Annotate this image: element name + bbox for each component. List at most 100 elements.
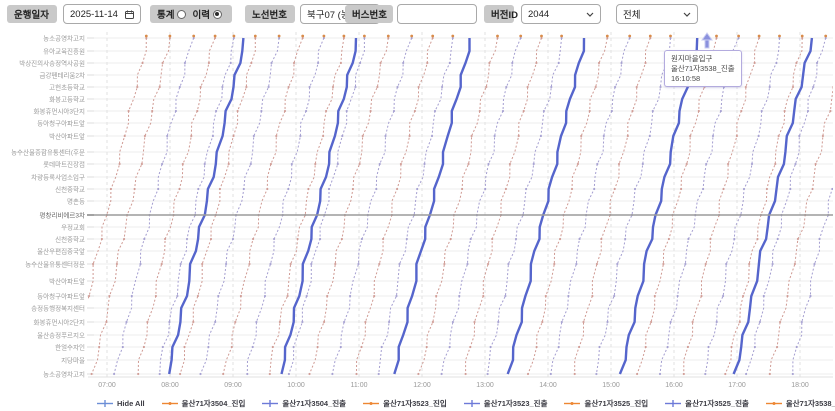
trip-end-marker [233, 35, 236, 38]
stop-marker [505, 188, 507, 190]
trip-line-entry-trips[interactable] [418, 38, 497, 374]
legend-item[interactable]: 울산71자3523_진입 [363, 398, 447, 409]
filter-select[interactable]: 전체 [616, 4, 698, 24]
trip-line-entry-trips[interactable] [310, 38, 389, 374]
time-tick-label: 15:00 [602, 382, 620, 389]
trip-line-entry-trips[interactable] [528, 38, 607, 374]
stop-marker [616, 263, 618, 265]
stop-marker [110, 188, 112, 190]
stop-marker [269, 263, 271, 265]
trip-line-entry-trips[interactable] [637, 38, 716, 374]
stop-marker [179, 373, 181, 375]
stop-marker [727, 163, 729, 165]
stat-radio-label: 통계 [157, 7, 174, 21]
stop-marker [687, 346, 689, 348]
trip-line-exit-trips[interactable] [114, 38, 194, 374]
stop-marker [812, 188, 814, 190]
trip-line-highlighted-trips[interactable] [620, 38, 697, 374]
trip-line-entry-trips[interactable] [357, 38, 433, 374]
trip-line-exit-trips[interactable] [551, 38, 630, 374]
stop-marker [431, 135, 433, 137]
trip-line-exit-trips[interactable] [379, 38, 453, 374]
stop-marker [159, 373, 161, 375]
trip-line-exit-trips[interactable] [442, 38, 521, 374]
legend-item[interactable]: 울산71자3525_진입 [564, 398, 648, 409]
trip-line-highlighted-trips[interactable] [169, 38, 243, 374]
stop-marker [469, 346, 471, 348]
trip-line-exit-trips[interactable] [793, 38, 835, 374]
trip-line-entry-trips[interactable] [770, 38, 835, 374]
stop-marker [786, 295, 788, 297]
trip-line-entry-trips[interactable] [270, 38, 344, 374]
stop-marker [754, 62, 756, 64]
trip-line-entry-trips[interactable] [223, 38, 303, 374]
stop-marker [131, 295, 133, 297]
version-select[interactable]: 2044 [521, 4, 601, 24]
stop-marker [137, 373, 139, 375]
legend-item[interactable]: 울산71자3525_진출 [665, 398, 749, 409]
history-radio[interactable] [213, 10, 222, 19]
stop-marker [341, 135, 343, 137]
stop-marker [559, 238, 561, 240]
trip-line-highlighted-trips[interactable] [508, 38, 584, 374]
legend-item[interactable]: 울산71자3538_진입 [766, 398, 835, 409]
stop-marker [550, 86, 552, 88]
stop-marker [458, 295, 460, 297]
stop-marker [595, 373, 597, 375]
trip-line-entry-trips[interactable] [466, 38, 542, 374]
trip-line-exit-trips[interactable] [332, 38, 411, 374]
legend-marker-icon [464, 399, 480, 408]
trip-line-exit-trips[interactable] [746, 38, 826, 374]
stop-marker [141, 163, 143, 165]
stop-marker [600, 238, 602, 240]
stop-marker [305, 110, 307, 112]
trip-line-exit-trips[interactable] [247, 38, 324, 374]
trip-line-exit-trips[interactable] [705, 38, 779, 374]
trip-line-entry-trips[interactable] [180, 38, 255, 374]
stop-marker [725, 263, 727, 265]
stop-marker [545, 295, 547, 297]
legend-marker-icon [766, 399, 782, 408]
trip-line-exit-trips[interactable] [289, 38, 365, 374]
station-label: 화봉고등학교 [49, 95, 85, 104]
stop-marker [199, 373, 201, 375]
stop-marker [662, 263, 664, 265]
trip-line-exit-trips[interactable] [488, 38, 562, 374]
stop-marker [423, 163, 425, 165]
trip-end-marker [431, 35, 434, 38]
calendar-icon[interactable] [125, 10, 134, 19]
legend-item[interactable]: 울산71자3523_진출 [464, 398, 548, 409]
trip-line-entry-trips[interactable] [138, 38, 215, 374]
stop-marker [593, 188, 595, 190]
stat-radio[interactable] [177, 10, 186, 19]
bus-number-field [397, 4, 477, 24]
stop-marker [301, 321, 303, 323]
stop-marker [176, 295, 178, 297]
stop-marker [490, 346, 492, 348]
stop-marker [627, 135, 629, 137]
stop-marker [574, 373, 576, 375]
bus-number-input[interactable] [404, 9, 470, 20]
trip-end-marker [669, 35, 672, 38]
station-label: 한얼수자인 [55, 343, 85, 352]
trip-line-exit-trips[interactable] [160, 38, 234, 374]
station-label: 우정교회 [61, 223, 85, 232]
trip-end-marker [254, 35, 257, 38]
legend-item[interactable]: 울산71자3504_진출 [262, 398, 346, 409]
trip-end-marker [649, 35, 652, 38]
legend-item[interactable]: Hide All [97, 399, 145, 408]
date-input[interactable]: 2025-11-14 [63, 4, 141, 24]
stop-marker [540, 135, 542, 137]
stop-marker [266, 188, 268, 190]
trip-line-highlighted-trips[interactable] [282, 38, 357, 374]
stop-marker [766, 188, 768, 190]
trip-line-entry-trips[interactable] [92, 38, 170, 374]
stop-marker [360, 346, 362, 348]
station-label: 농소공영차고지 [43, 370, 85, 379]
trip-line-entry-trips[interactable] [575, 38, 651, 374]
trip-line-exit-trips[interactable] [660, 38, 739, 374]
legend-item[interactable]: 울산71자3504_진입 [162, 398, 246, 409]
trip-line-exit-trips[interactable] [201, 38, 280, 374]
stop-marker [606, 321, 608, 323]
stop-marker [809, 295, 811, 297]
